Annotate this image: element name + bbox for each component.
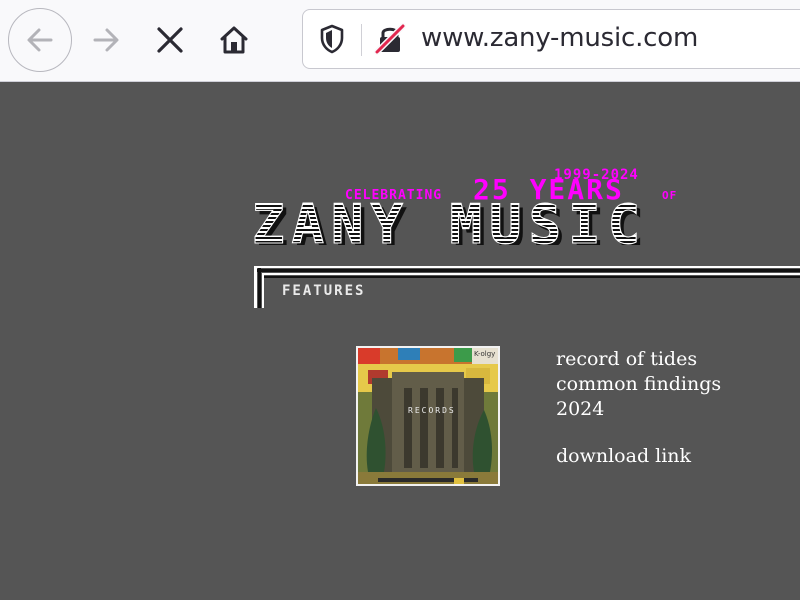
browser-toolbar: www.zany-music.com	[0, 0, 800, 82]
tracking-protection-button[interactable]	[317, 23, 347, 55]
insecure-lock-icon	[374, 23, 406, 55]
url-text[interactable]: www.zany-music.com	[421, 23, 698, 53]
release-year: 2024	[556, 398, 605, 420]
album-art-badge: K-olgy	[474, 350, 496, 358]
logo-graphic: 1999-2024 CELEBRATING 25 YEARS OF ZANY M…	[252, 167, 677, 260]
site-info-button[interactable]	[373, 22, 407, 56]
close-icon	[157, 27, 183, 53]
back-arrow-icon	[27, 28, 53, 52]
back-button[interactable]	[8, 8, 72, 72]
release-info: record of tides common findings 2024 dow…	[556, 347, 721, 469]
site-logo-banner: 1999-2024 CELEBRATING 25 YEARS OF ZANY M…	[250, 155, 700, 260]
logo-of: OF	[662, 189, 677, 202]
features-heading: FEATURES	[282, 283, 366, 299]
forward-button[interactable]	[84, 16, 128, 64]
album-cover[interactable]	[356, 346, 500, 486]
album-art-graphic	[358, 348, 498, 484]
forward-arrow-icon	[93, 28, 119, 52]
address-bar[interactable]: www.zany-music.com	[302, 9, 800, 69]
logo-title: ZANY MUSIC	[252, 193, 647, 245]
release-artist: common findings	[556, 373, 722, 395]
stop-loading-button[interactable]	[148, 16, 192, 64]
download-link[interactable]: download link	[556, 445, 691, 467]
address-bar-separator	[361, 24, 362, 56]
shield-icon	[320, 24, 344, 54]
release-title: record of tides	[556, 348, 698, 370]
album-art-text: RECORDS	[408, 406, 456, 415]
home-button[interactable]	[210, 16, 258, 64]
home-icon	[220, 26, 248, 54]
